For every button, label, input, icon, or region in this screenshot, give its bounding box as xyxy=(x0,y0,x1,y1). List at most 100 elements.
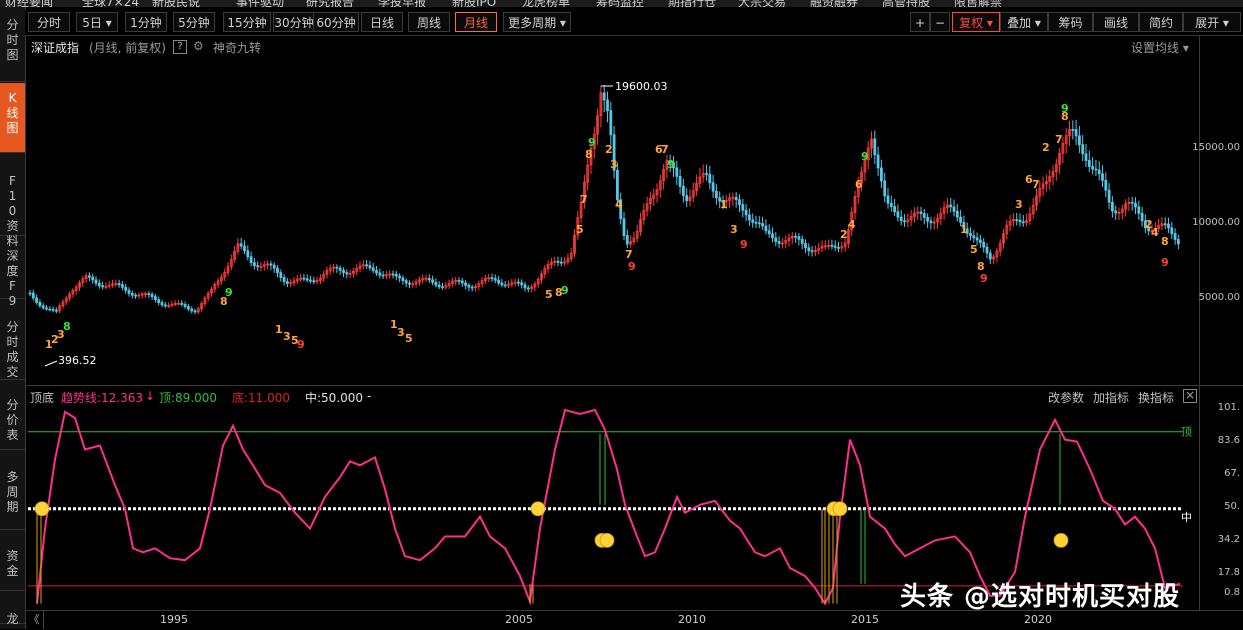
indicator-name[interactable]: 神奇九转 xyxy=(213,39,261,56)
candle-body xyxy=(922,213,926,218)
candle-body xyxy=(516,281,520,284)
top-menu-item[interactable]: 全球7×24 xyxy=(82,0,139,7)
sidebar-tab-char: 表 xyxy=(6,428,19,442)
candle-body xyxy=(246,250,250,258)
candle-body xyxy=(375,270,378,274)
candle-body xyxy=(1134,202,1137,208)
ma-settings-button[interactable]: 设置均线 ▾ xyxy=(1131,39,1189,56)
candle-body xyxy=(157,299,161,304)
candle-body xyxy=(616,169,619,201)
sidebar-tab[interactable]: 分时成交 xyxy=(0,312,25,380)
sidebar-tab[interactable]: 龙 xyxy=(0,604,25,626)
period-button[interactable]: 60分钟 xyxy=(313,12,359,32)
sidebar-tab-char: 周 xyxy=(6,485,19,499)
nine-turn-marker: 1 xyxy=(960,223,968,236)
top-menu-item[interactable]: 融资融券 xyxy=(810,0,858,7)
indicator-title: 顶底 xyxy=(30,391,55,405)
candle-body xyxy=(401,277,405,281)
candle-body xyxy=(1094,168,1098,171)
close-icon[interactable]: × xyxy=(1183,389,1197,403)
overlay-button[interactable]: 叠加 ▾ xyxy=(1000,12,1048,32)
nine-turn-marker: 3 xyxy=(730,223,738,236)
sidebar-tab[interactable]: F10资料 xyxy=(0,166,25,248)
sidebar-tab[interactable]: K线图 xyxy=(0,83,25,153)
draw-line-button[interactable]: 画线 xyxy=(1093,12,1139,32)
sidebar-tab[interactable]: 分价表 xyxy=(0,390,25,450)
simple-button[interactable]: 简约 xyxy=(1139,12,1183,32)
top-menu-item[interactable]: 筹码监控 xyxy=(596,0,644,7)
candle-body xyxy=(988,252,992,260)
high-price-label: 19600.03 xyxy=(615,80,668,93)
candle-body xyxy=(771,233,774,239)
sidebar-tab[interactable]: 资金 xyxy=(0,541,25,591)
expand-button[interactable]: 展开 ▾ xyxy=(1183,12,1241,32)
watermark: 头条 @选对时机买对股 xyxy=(900,582,1181,612)
y-tick-label: 34.2 xyxy=(1217,534,1240,545)
period-button[interactable]: 周线 xyxy=(408,12,450,32)
low-pointer xyxy=(44,360,58,367)
candle-body xyxy=(497,279,501,284)
nine-turn-marker: 3 xyxy=(1015,198,1023,211)
candle-body xyxy=(335,266,339,269)
candle-body xyxy=(305,278,309,281)
candle-body xyxy=(457,280,461,282)
period-button[interactable]: 15分钟 xyxy=(223,12,271,32)
chips-button[interactable]: 筹码 xyxy=(1048,12,1093,32)
top-menu-item[interactable]: 新股民说 xyxy=(152,0,200,7)
candle-body xyxy=(441,286,444,289)
period-button[interactable]: 1分钟 xyxy=(125,12,167,32)
sidebar-tab-char: 图 xyxy=(6,48,19,62)
candle-body xyxy=(490,277,494,280)
add-indicator-button[interactable]: 加指标 xyxy=(1093,389,1129,406)
sidebar-tab[interactable]: 深度F9 xyxy=(0,241,25,308)
edit-params-button[interactable]: 改参数 xyxy=(1048,389,1084,406)
top-menu-item[interactable]: 限售解禁 xyxy=(954,0,1002,7)
gear-icon[interactable]: ⚙ xyxy=(193,39,204,53)
top-menu-item[interactable]: 大宗交易 xyxy=(738,0,786,7)
top-menu-item[interactable]: 新股IPO xyxy=(452,0,496,7)
nine-turn-marker: 9 xyxy=(740,238,748,251)
period-button[interactable]: 月线 xyxy=(455,12,497,32)
nine-turn-marker: 9 xyxy=(861,150,869,163)
candle-body xyxy=(559,261,563,264)
top-menu-item[interactable]: 事件驱动 xyxy=(236,0,284,7)
left-sidebar: 分时图K线图 F10资料深度F9 分时成交分价表多周期资金龙 xyxy=(0,7,26,629)
candle-body xyxy=(365,264,369,267)
nine-turn-marker: 9 xyxy=(297,338,305,351)
candle-body xyxy=(342,269,345,274)
switch-indicator-button[interactable]: 换指标 xyxy=(1138,389,1174,406)
nine-turn-marker: 5 xyxy=(576,223,584,236)
help-icon[interactable]: ? xyxy=(173,40,187,54)
scroll-left-icon[interactable]: 《 xyxy=(25,611,44,629)
top-menu-item[interactable]: 龙虎榜单 xyxy=(522,0,570,7)
candle-body xyxy=(1173,233,1177,240)
candle-body xyxy=(252,262,256,267)
candle-body xyxy=(807,247,811,252)
zoom-out-button[interactable]: − xyxy=(930,12,950,32)
sidebar-tab-char: 多 xyxy=(6,470,19,484)
sidebar-tab[interactable]: 分时图 xyxy=(0,10,25,82)
period-button[interactable]: 分时 xyxy=(28,12,70,32)
time-axis: 《 1995 2005 2010 2015 2020 xyxy=(25,610,1243,630)
top-menu-item[interactable]: 财经要闻 xyxy=(5,0,53,7)
period-button[interactable]: 30分钟 xyxy=(273,12,315,32)
period-button[interactable]: 日线 xyxy=(361,12,403,32)
candle-body xyxy=(88,275,91,278)
candle-body xyxy=(797,236,801,240)
sidebar-tab[interactable]: 多周期 xyxy=(0,462,25,530)
chart-mode: (月线, 前复权) xyxy=(89,41,166,55)
period-button[interactable]: 5分钟 xyxy=(173,12,215,32)
nine-turn-marker: 5 xyxy=(545,288,553,301)
top-menu-item[interactable]: 研究报告 xyxy=(306,0,354,7)
top-menu-item[interactable]: 高管持股 xyxy=(882,0,930,7)
period-button[interactable]: 5日 ▾ xyxy=(76,12,118,32)
candle-body xyxy=(398,275,402,279)
top-menu-item[interactable]: 期指行仓 xyxy=(668,0,716,7)
zoom-in-button[interactable]: + xyxy=(910,12,930,32)
nine-turn-marker: 9 xyxy=(561,284,569,297)
period-button[interactable]: 更多周期 ▾ xyxy=(503,12,571,32)
candle-body xyxy=(190,308,194,312)
adjust-button[interactable]: 复权 ▾ xyxy=(952,12,1000,32)
candle-body xyxy=(1170,227,1174,235)
top-menu-item[interactable]: 李投早报 xyxy=(378,0,426,7)
